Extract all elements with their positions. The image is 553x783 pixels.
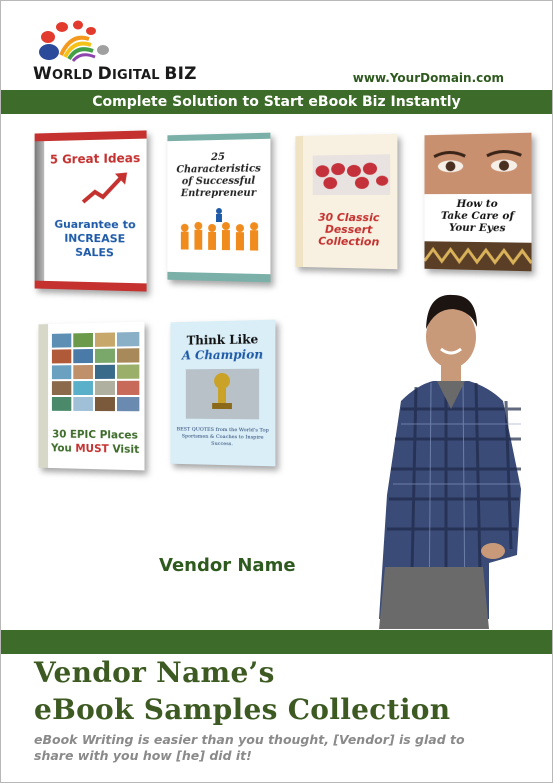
vendor-name-label: Vendor Name bbox=[159, 555, 296, 576]
ebook-cover-page: WORLD DIGITAL BIZ www.YourDomain.com Com… bbox=[0, 0, 553, 783]
domain-url: www.YourDomain.com bbox=[352, 71, 504, 85]
ebook-cover-epic-places: 30 EPIC Places You MUST Visit bbox=[38, 321, 145, 471]
ebook-cover-think-like-champion: Think Like A Champion BEST QUOTES from t… bbox=[170, 319, 276, 467]
book-title-line: SALES bbox=[75, 245, 114, 260]
collection-title-line2: eBook Samples Collection bbox=[34, 693, 451, 726]
book-footer-text: BEST QUOTES from the World's Top Sportsm… bbox=[176, 426, 269, 448]
collection-subtitle: eBook Writing is easier than you thought… bbox=[34, 732, 465, 763]
book-title-line: How to bbox=[456, 197, 498, 211]
footer-bar bbox=[1, 630, 552, 654]
book-title-line: You MUST Visit bbox=[51, 442, 140, 457]
world-digital-biz-logo-icon bbox=[39, 20, 109, 63]
collection-title-line1: Vendor Name’s bbox=[34, 656, 275, 689]
team-people-icon bbox=[180, 207, 259, 251]
book-title-line: Your Eyes bbox=[448, 221, 506, 235]
ebook-cover-increase-sales: 5 Great Ideas Guarantee to INCREASE SALE… bbox=[34, 130, 147, 292]
ebook-cover-dessert-collection: 30 Classic Dessert Collection bbox=[295, 133, 398, 270]
growth-arrow-icon bbox=[81, 169, 131, 206]
book-title-line: Collection bbox=[318, 234, 380, 249]
cupcakes-photo-icon bbox=[312, 154, 391, 196]
book-title-line: Take Care of bbox=[440, 209, 515, 223]
book-title-line: Think Like bbox=[186, 332, 259, 348]
ebook-cover-eye-care: How to Take Care of Your Eyes bbox=[424, 132, 532, 272]
zigzag-pattern-icon bbox=[424, 241, 532, 272]
eyes-photo-icon bbox=[424, 132, 532, 195]
brand-name: WORLD DIGITAL BIZ bbox=[33, 64, 197, 84]
book-title-line: of Successful bbox=[181, 175, 256, 188]
book-title-line: 30 EPIC Places bbox=[52, 428, 139, 442]
book-title-line: Characteristics bbox=[176, 163, 261, 176]
book-title-line: Entrepreneur bbox=[180, 187, 257, 200]
travel-collage-icon bbox=[51, 331, 140, 412]
header-banner: Complete Solution to Start eBook Biz Ins… bbox=[1, 90, 552, 114]
trophy-photo-icon bbox=[185, 368, 260, 420]
book-title-line: INCREASE bbox=[64, 231, 126, 246]
man-in-plaid-shirt-photo-icon bbox=[379, 294, 521, 629]
ebook-cover-entrepreneur: 25 Characteristics of Successful Entrepr… bbox=[167, 132, 271, 283]
book-title-line: 5 Great Ideas bbox=[49, 150, 141, 167]
book-title-line: A Champion bbox=[182, 347, 264, 363]
book-title-line: Guarantee to bbox=[54, 217, 136, 232]
